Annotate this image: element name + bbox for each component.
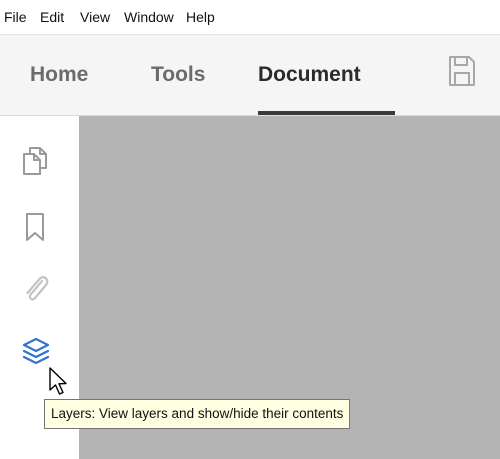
pages-icon xyxy=(23,147,47,175)
layers-icon xyxy=(22,337,50,365)
menu-bar: File Edit View Window Help xyxy=(0,0,500,34)
layers-tooltip: Layers: View layers and show/hide their … xyxy=(44,399,351,429)
menu-window[interactable]: Window xyxy=(124,9,174,25)
menu-view[interactable]: View xyxy=(80,9,110,25)
bookmark-icon xyxy=(26,213,44,241)
tab-home[interactable]: Home xyxy=(30,63,88,87)
active-tab-indicator xyxy=(258,111,395,115)
tab-document[interactable]: Document xyxy=(258,63,361,87)
menu-file[interactable]: File xyxy=(4,9,27,25)
page-thumbnails-button[interactable] xyxy=(20,144,52,178)
tab-tools[interactable]: Tools xyxy=(151,63,205,87)
attachments-button[interactable] xyxy=(20,272,52,306)
save-button[interactable] xyxy=(447,54,477,88)
menu-help[interactable]: Help xyxy=(186,9,215,25)
bookmarks-button[interactable] xyxy=(20,210,52,244)
save-icon xyxy=(449,56,475,86)
attachment-icon xyxy=(26,276,49,301)
tab-bar: Home Tools Document xyxy=(0,34,500,116)
layers-button[interactable] xyxy=(20,335,52,369)
app-window: File Edit View Window Help Home Tools Do… xyxy=(0,0,500,459)
menu-edit[interactable]: Edit xyxy=(40,9,64,25)
